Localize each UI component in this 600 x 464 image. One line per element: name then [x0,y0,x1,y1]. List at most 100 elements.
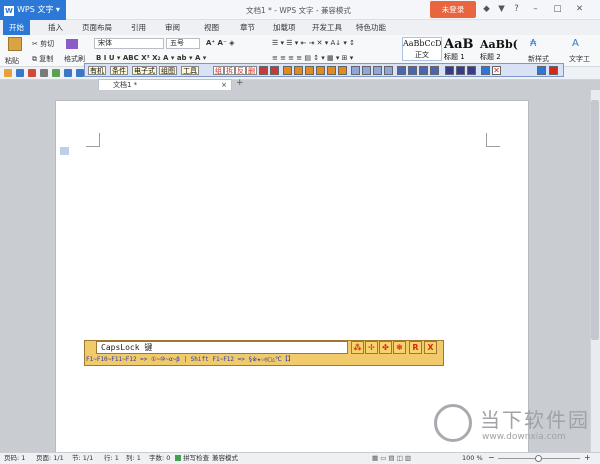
tab-references[interactable]: 引用 [131,20,146,35]
zoom-level[interactable]: 100 % [462,453,483,464]
toolbar-combine-button[interactable]: 组 [213,66,224,75]
toolbar-group-button[interactable]: 组图 [159,66,177,75]
font-format-buttons[interactable]: B I U ▾ ABC X² X₂ A ▾ ab ▾ A ▾ [96,53,206,63]
paste-icon[interactable] [8,37,22,51]
toolbar-symbol-icon[interactable] [259,66,268,75]
close-icon[interactable]: ✕ [574,4,585,15]
list-buttons[interactable]: ☰ ▾ ☰ ▾ ⇤ ⇥ ✕ ▾ A↓ ▾ ↕ [272,38,355,48]
toolbar-condition-button[interactable]: 条件 [110,66,128,75]
ime-close-button[interactable]: X [424,341,437,354]
toolbar-bond-icon[interactable] [351,66,360,75]
print-icon[interactable] [40,69,48,77]
toolbar-reverse-button[interactable]: 反 [235,66,246,75]
align-buttons[interactable]: ≡ ≡ ≡ ≡ ▤ ↕ ▾ ▦ ▾ ⊞ ▾ [272,53,353,63]
tab-insert[interactable]: 插入 [48,20,63,35]
toolbar-split-button[interactable]: 拆 [224,66,235,75]
paste-options-icon[interactable] [60,147,69,155]
app-menu-button[interactable]: W WPS 文字 ▾ [0,0,66,20]
toolbar-close-icon[interactable] [549,66,558,75]
pdf-icon[interactable] [28,69,36,77]
text-tools-icon[interactable]: A [572,39,579,49]
open-icon[interactable] [4,69,12,77]
style-heading-2[interactable]: AaBb(标题 2 [480,37,518,61]
toolbar-layout-icon[interactable] [408,66,417,75]
font-name-select[interactable]: 宋体 [94,38,164,49]
cut-button[interactable]: ✂ 剪切 [32,39,54,49]
ime-symbol-button[interactable]: ✢ [365,341,378,354]
tab-special[interactable]: 特色功能 [356,20,386,35]
font-size-select[interactable]: 五号 [166,38,200,49]
paste-button[interactable]: 粘贴 [5,56,19,66]
spellcheck-toggle[interactable]: 拼写检查 [175,453,209,464]
style-normal-preview: AaBbCcD [403,39,442,48]
redo-icon[interactable] [76,69,84,77]
toolbar-delete-icon[interactable]: ✕ [492,66,501,75]
toolbar-check-icon[interactable] [445,66,454,75]
ime-symbol-button[interactable]: ⁂ [351,341,364,354]
new-tab-icon[interactable]: + [236,78,244,88]
preview-icon[interactable] [52,69,60,77]
document-tab[interactable]: 文档1 * × [98,79,232,90]
toolbar-arrow-icon[interactable] [327,66,336,75]
zoom-in-icon[interactable]: + [584,453,591,463]
toolbar-delete-button[interactable]: 删 [246,66,257,75]
status-words[interactable]: 字数: 0 [149,453,170,464]
status-column: 列: 1 [126,454,141,462]
style-normal[interactable]: AaBbCcD 正文 [402,37,442,61]
toolbar-bond-icon[interactable] [384,66,393,75]
watermark: 当下软件园 www.downxia.com [430,402,600,450]
margin-corner [486,133,500,147]
grow-font-button[interactable]: A⁺ A⁻ ◈ [206,38,234,48]
tab-addins[interactable]: 加载项 [273,20,296,35]
skin-icon[interactable]: ◆ [481,4,492,15]
zoom-slider-handle[interactable] [535,455,542,462]
toolbar-layout-icon[interactable] [419,66,428,75]
toolbar-check-icon[interactable] [467,66,476,75]
toolbar-check-icon[interactable] [456,66,465,75]
ime-input-field[interactable]: CapsLock 键 [96,341,348,354]
tab-home[interactable]: 开始 [3,20,30,35]
toolbar-arrow-icon[interactable] [283,66,292,75]
ime-reset-button[interactable]: R [409,341,422,354]
save-icon[interactable] [16,69,24,77]
close-tab-icon[interactable]: × [221,80,227,90]
toolbar-tools-button[interactable]: 工具 [181,66,199,75]
view-mode-icons[interactable]: ▦ ▭ ▤ ◫ ▥ [372,453,411,464]
text-tools-button[interactable]: 文字工 [569,54,590,64]
toolbar-bond-icon[interactable] [362,66,371,75]
scrollbar-thumb[interactable] [591,100,599,340]
toolbar-arrow-icon[interactable] [316,66,325,75]
toolbar-arrow-icon[interactable] [305,66,314,75]
toolbar-arrow-icon[interactable] [294,66,303,75]
toolbar-layout-icon[interactable] [397,66,406,75]
tab-review[interactable]: 审阅 [165,20,180,35]
toolbar-arrow-icon[interactable] [338,66,347,75]
status-pages[interactable]: 页面: 1/1 [36,453,64,464]
toolbar-swap-icon[interactable] [481,66,490,75]
login-button[interactable]: 未登录 [430,1,476,18]
toolbar-symbol-icon[interactable] [270,66,279,75]
toolbar-organic-button[interactable]: 有机 [88,66,106,75]
zoom-out-icon[interactable]: − [488,453,495,463]
toolbar-layout-icon[interactable] [430,66,439,75]
tab-developer[interactable]: 开发工具 [312,20,342,35]
new-style-icon[interactable]: ₳ [530,39,536,49]
minimize-icon[interactable]: – [530,4,541,15]
format-painter-icon[interactable] [66,39,78,49]
style-heading-1[interactable]: AaB 标题 1 [444,37,478,61]
tab-page-layout[interactable]: 页面布局 [82,20,112,35]
toolbar-bond-icon[interactable] [373,66,382,75]
tab-view[interactable]: 视图 [204,20,219,35]
shirt-icon[interactable]: ▼ [496,4,507,15]
ime-symbol-button[interactable]: ❃ [393,341,406,354]
status-page[interactable]: 页码: 1 [4,453,25,464]
toolbar-formula-button[interactable]: 电子式 [132,66,157,75]
copy-button[interactable]: ⧉ 复制 [32,54,53,64]
format-painter-button[interactable]: 格式刷 [64,54,85,64]
help-icon[interactable]: ? [511,4,522,15]
ime-symbol-button[interactable]: ✤ [379,341,392,354]
toolbar-restore-icon[interactable] [537,66,546,75]
maximize-icon[interactable]: □ [552,4,563,15]
tab-section[interactable]: 章节 [240,20,255,35]
undo-icon[interactable] [64,69,72,77]
